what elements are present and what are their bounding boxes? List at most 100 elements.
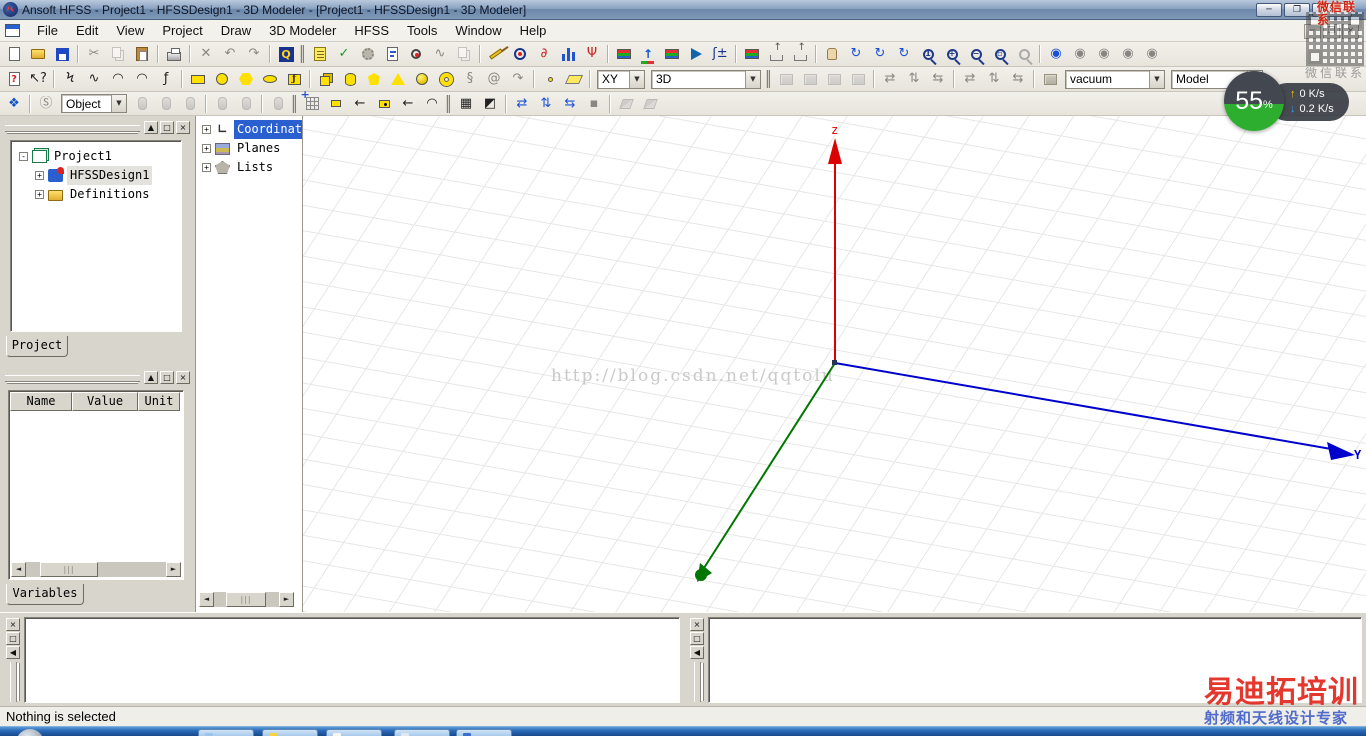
menu-item-file[interactable]: File — [28, 21, 67, 40]
draw-point-icon[interactable] — [538, 69, 562, 90]
expand-icon[interactable]: + — [35, 190, 44, 199]
tree-item-planes[interactable]: + Planes — [198, 139, 300, 158]
draw-polygon-icon[interactable] — [234, 69, 258, 90]
menu-item-draw[interactable]: Draw — [212, 21, 260, 40]
history-hscrollbar[interactable]: ◄ ||| ► — [199, 592, 294, 607]
intersect-icon[interactable] — [822, 69, 846, 90]
drawing-plane-combo[interactable]: XY ▼ — [597, 69, 645, 89]
expand-icon[interactable]: + — [202, 125, 211, 134]
move-free-icon[interactable]: ▪ — [582, 93, 606, 114]
draw-sphere-icon[interactable] — [410, 69, 434, 90]
copy-image-icon[interactable] — [452, 44, 476, 65]
minimize-button[interactable]: ─ — [1256, 3, 1282, 17]
split-icon[interactable] — [846, 69, 870, 90]
menu-item-tools[interactable]: Tools — [398, 21, 446, 40]
draw-box-icon[interactable] — [314, 69, 338, 90]
windows-taskbar[interactable] — [0, 726, 1366, 736]
expand-icon[interactable]: + — [202, 144, 211, 153]
toolbar-grip[interactable] — [300, 45, 304, 63]
menu-item-help[interactable]: Help — [511, 21, 556, 40]
hide-all-icon[interactable]: ◉ — [1092, 44, 1116, 65]
project-panel-pin-button[interactable]: ▲ — [144, 121, 158, 134]
menu-item-view[interactable]: View — [107, 21, 153, 40]
properties-table[interactable]: Name Value Unit ◄ ||| ► — [8, 390, 184, 580]
move-z-icon[interactable]: ⇆ — [558, 93, 582, 114]
drawing-plane-combo-dropdown-icon[interactable]: ▼ — [629, 70, 644, 88]
duplicate-boundary-line-icon[interactable]: ⇄ — [958, 69, 982, 90]
subtract-layers-icon[interactable] — [740, 44, 764, 65]
scroll-right-arrow-icon[interactable]: ► — [279, 592, 294, 607]
history-tree[interactable]: + ∟ Coordinate + Planes + Lists — [196, 116, 302, 181]
draw-polyline-icon[interactable]: Ϟ — [58, 69, 82, 90]
start-button-icon[interactable] — [16, 729, 44, 736]
draw-circle-icon[interactable] — [210, 69, 234, 90]
tree-item-project1[interactable]: - Project1 — [13, 147, 179, 166]
filter-button-2[interactable] — [154, 93, 178, 114]
rotate-axis-icon[interactable]: ↻ — [868, 44, 892, 65]
draw-spiral-icon[interactable]: @ — [482, 69, 506, 90]
open-file-icon[interactable] — [26, 44, 50, 65]
message-panel-float-button[interactable]: □ — [6, 632, 20, 645]
coordinate-system-icon[interactable]: ❖ — [2, 93, 26, 114]
message-panel-close-button[interactable]: × — [6, 618, 20, 631]
filter-button-6[interactable] — [266, 93, 290, 114]
progress-panel-close-button[interactable]: × — [690, 618, 704, 631]
duplicate-boundary-axis-icon[interactable]: ⇅ — [982, 69, 1006, 90]
move-up-layer-icon[interactable]: ↑ — [636, 44, 660, 65]
context-help-icon[interactable]: ↖? — [26, 69, 50, 90]
tree-item-lists[interactable]: + Lists — [198, 158, 300, 177]
message-window[interactable] — [24, 617, 680, 703]
tab-project[interactable]: Project — [6, 336, 68, 357]
print-icon[interactable] — [162, 44, 186, 65]
draw-equation-surface-icon[interactable]: ƒ — [282, 69, 306, 90]
derivatives-icon[interactable]: ∂ — [532, 44, 556, 65]
toolbar-grip[interactable] — [446, 94, 450, 113]
draw-cone-icon[interactable] — [386, 69, 410, 90]
create-report-icon[interactable]: ∿ — [428, 44, 452, 65]
filter-button-4[interactable] — [210, 93, 234, 114]
taskbar-button-3[interactable] — [326, 729, 382, 736]
collapse-icon[interactable]: - — [19, 152, 28, 161]
sweep-icon[interactable] — [1038, 69, 1062, 90]
scroll-left-arrow-icon[interactable]: ◄ — [199, 592, 214, 607]
layer-stack-icon[interactable] — [660, 44, 684, 65]
solution-data-icon[interactable] — [404, 44, 428, 65]
delete-icon[interactable]: ✕ — [194, 44, 218, 65]
column-header-unit[interactable]: Unit — [138, 392, 180, 411]
show-selection-icon[interactable]: ◉ — [1116, 44, 1140, 65]
view-mode-combo[interactable]: 3D ▼ — [651, 69, 761, 89]
workplane-a-icon[interactable] — [614, 93, 638, 114]
show-visibility-icon[interactable]: ◉ — [1044, 44, 1068, 65]
validation-check-icon[interactable] — [308, 44, 332, 65]
draw-spline-icon[interactable]: ∿ — [82, 69, 106, 90]
project-panel-grip[interactable]: ▲ □ × — [3, 121, 192, 135]
expand-icon[interactable]: + — [35, 171, 44, 180]
histogram-icon[interactable] — [556, 44, 580, 65]
properties-panel-close-button[interactable]: × — [176, 371, 190, 384]
cut-icon[interactable]: ✂ — [82, 44, 106, 65]
verify-target-icon[interactable] — [508, 44, 532, 65]
snap-grid-icon[interactable] — [300, 89, 324, 114]
zoom-in-icon[interactable]: + — [940, 44, 964, 65]
menu-item-hfss[interactable]: HFSS — [345, 21, 398, 40]
move-x-icon[interactable]: ⇄ — [510, 93, 534, 114]
scroll-right-arrow-icon[interactable]: ► — [166, 562, 181, 577]
scroll-left-arrow-icon[interactable]: ◄ — [11, 562, 26, 577]
draw-arc-3point-icon[interactable]: ◠ — [130, 69, 154, 90]
draw-ellipse-icon[interactable] — [258, 69, 282, 90]
duplicate-axis-icon[interactable]: ⇅ — [902, 69, 926, 90]
grid-display-icon[interactable]: ▦ — [454, 93, 478, 114]
zoom-100-icon[interactable]: 1 — [916, 44, 940, 65]
properties-panel-pin-button[interactable]: ▲ — [144, 371, 158, 384]
draw-bondwire-icon[interactable]: ↷ — [506, 69, 530, 90]
draw-rectangle-icon[interactable] — [186, 69, 210, 90]
menu-item-3d-modeler[interactable]: 3D Modeler — [260, 21, 345, 40]
open-region-icon[interactable] — [764, 43, 788, 65]
progress-panel-collapse-button[interactable]: ◀ — [690, 646, 704, 659]
copy-icon[interactable] — [106, 44, 130, 65]
toolbar-grip[interactable] — [766, 70, 770, 88]
snap-quadrant-icon[interactable]: ← — [396, 93, 420, 114]
assign-material-icon[interactable] — [612, 44, 636, 65]
message-panel-collapse-button[interactable]: ◀ — [6, 646, 20, 659]
snap-vertex-icon[interactable] — [324, 93, 348, 114]
